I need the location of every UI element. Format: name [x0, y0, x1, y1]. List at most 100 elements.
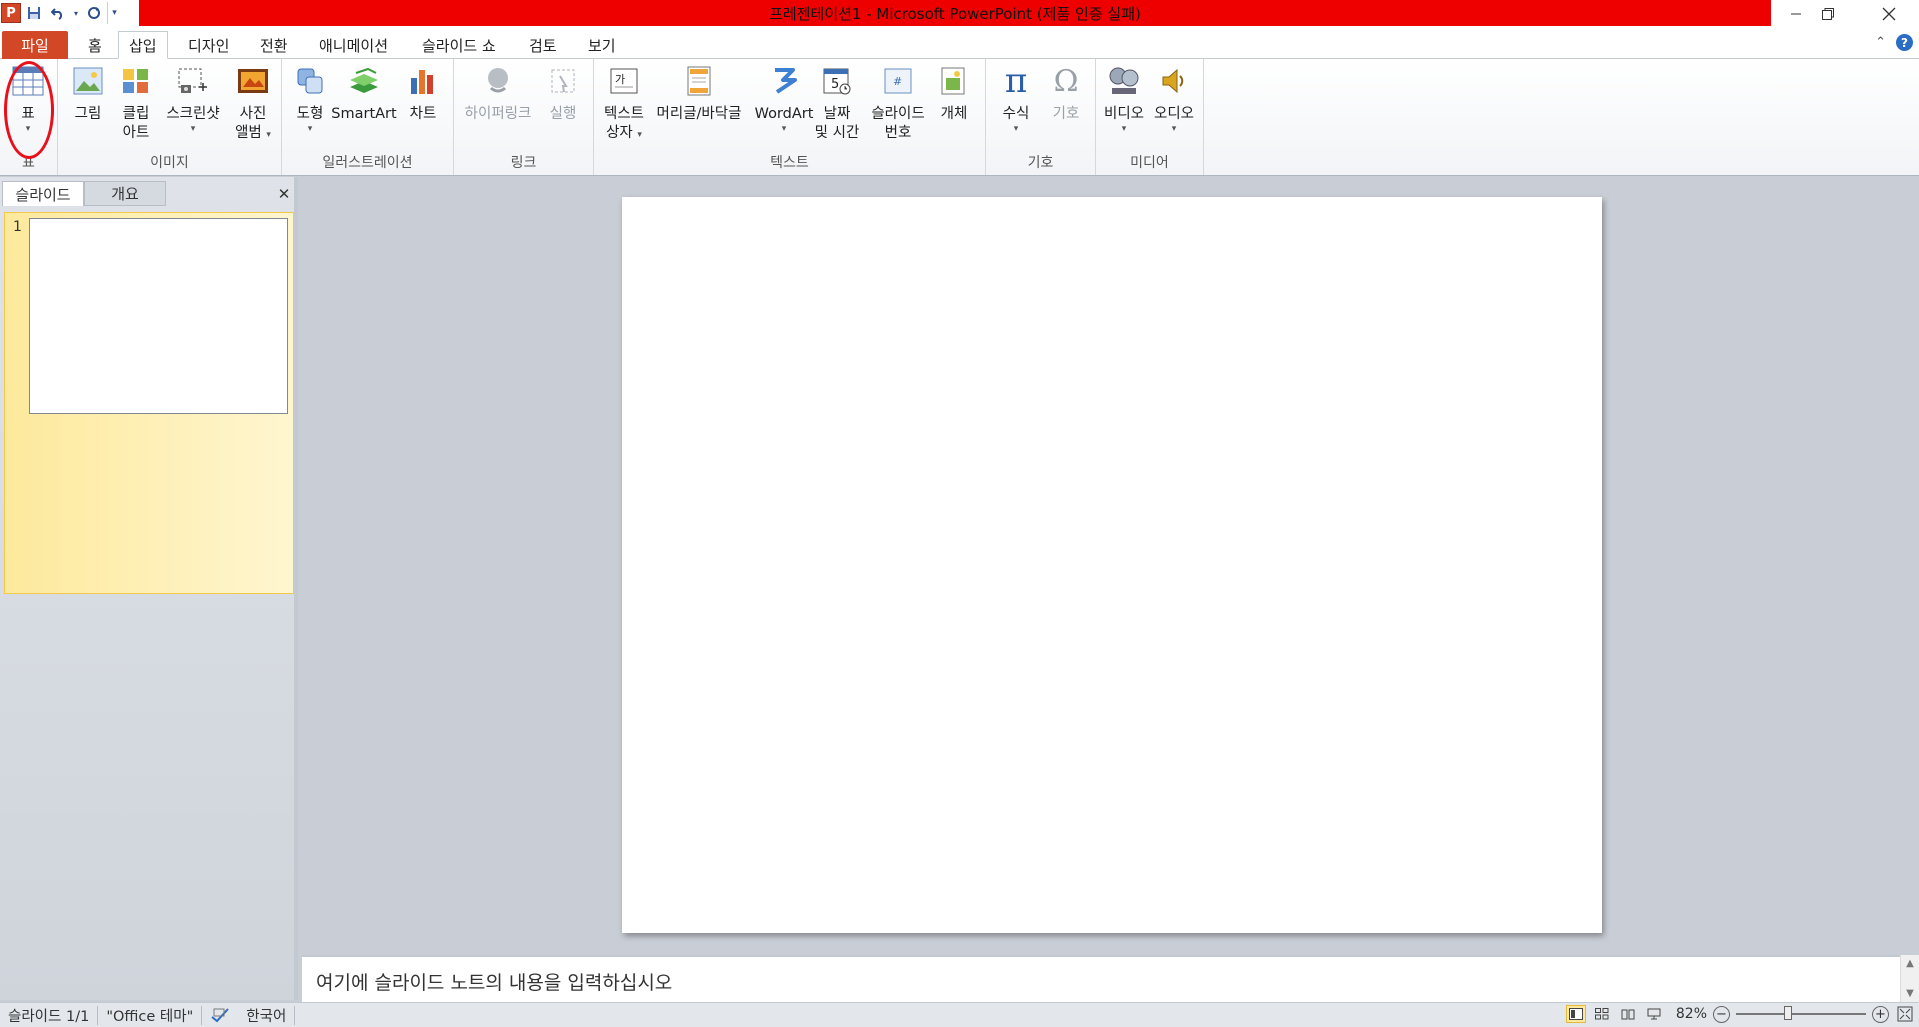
title-banner: 프레젠테이션1 - Microsoft PowerPoint (제품 인증 실패… [139, 0, 1771, 26]
group-media: 비디오 ▾ 오디오 ▾ 미디어 [1096, 59, 1204, 175]
audio-dropdown-icon: ▾ [1171, 124, 1177, 134]
object-button[interactable]: 개체 [932, 63, 976, 124]
wordart-dropdown-icon: ▾ [781, 124, 787, 134]
tab-slides[interactable]: 슬라이드 [2, 181, 84, 206]
slide-number-label-1: 슬라이드 [871, 106, 925, 122]
object-icon [936, 63, 972, 99]
tab-slideshow[interactable]: 슬라이드 쇼 [412, 31, 506, 59]
chart-label: 차트 [409, 106, 437, 122]
date-time-label-2: 및 시간 [814, 125, 860, 141]
tab-insert[interactable]: 삽입 [118, 31, 168, 59]
slide-sorter-view-icon[interactable] [1592, 1005, 1612, 1023]
redo-icon[interactable] [83, 2, 105, 24]
tab-review[interactable]: 검토 [519, 31, 567, 59]
smartart-button[interactable]: SmartArt [331, 63, 397, 124]
group-label-symbols: 기호 [1027, 155, 1054, 171]
notes-pane[interactable]: 여기에 슬라이드 노트의 내용을 입력하십시오 [302, 955, 1900, 1002]
speaker-icon [1156, 63, 1192, 99]
textbox-button[interactable]: 가 텍스트 상자 ▾ [598, 63, 650, 143]
ribbon-tab-row: 파일 홈 삽입 디자인 전환 애니메이션 슬라이드 쇼 검토 보기 ⌃ ? [0, 28, 1919, 59]
zoom-slider-thumb[interactable] [1784, 1006, 1792, 1020]
screenshot-button[interactable]: 스크린샷 ▾ [162, 63, 224, 134]
hyperlink-button[interactable]: 하이퍼링크 [460, 63, 536, 124]
close-window-icon[interactable] [1864, 0, 1914, 28]
zoom-out-icon[interactable]: − [1713, 1005, 1730, 1023]
object-label: 개체 [940, 106, 968, 122]
header-footer-icon [681, 63, 717, 99]
picture-icon [70, 63, 106, 99]
undo-dropdown-icon[interactable]: ▾ [71, 2, 81, 24]
undo-icon[interactable] [47, 2, 69, 24]
picture-label: 그림 [74, 106, 102, 122]
action-label: 실행 [549, 106, 577, 122]
tab-design[interactable]: 디자인 [178, 31, 239, 59]
zoom-slider[interactable] [1736, 1006, 1866, 1020]
action-button[interactable]: 실행 [542, 63, 584, 124]
restore-icon[interactable] [1803, 0, 1853, 28]
clipart-label-1: 클립 [122, 106, 150, 122]
slideshow-view-icon[interactable] [1644, 1005, 1664, 1023]
table-button[interactable]: 표 ▾ [8, 63, 48, 134]
shapes-button[interactable]: 도형 ▾ [290, 63, 330, 134]
slide-thumbnail[interactable] [29, 218, 288, 414]
tab-file[interactable]: 파일 [2, 31, 68, 59]
slide-number-button[interactable]: # 슬라이드 번호 [866, 63, 930, 143]
photo-album-label-1: 사진 [239, 106, 267, 122]
theme-name: "Office 테마" [98, 1005, 203, 1025]
chart-icon [405, 63, 441, 99]
minimize-ribbon-icon[interactable]: ⌃ [1875, 35, 1886, 50]
svg-text:#: # [893, 75, 902, 88]
omega-icon: Ω [1053, 63, 1079, 99]
clipart-label-2: 아트 [122, 125, 150, 141]
zoom-level[interactable]: 82% [1676, 1006, 1707, 1022]
spellcheck-icon[interactable] [202, 1006, 238, 1025]
group-illustrations: 도형 ▾ SmartArt 차트 일러스트레이션 [282, 59, 454, 175]
video-dropdown-icon: ▾ [1121, 124, 1127, 134]
tab-animations[interactable]: 애니메이션 [309, 31, 398, 59]
photo-album-label-2: 앨범 ▾ [235, 125, 271, 141]
group-label-illustrations: 일러스트레이션 [322, 155, 413, 171]
quick-access-toolbar: P ▾ ▾ [0, 0, 121, 26]
photo-album-button[interactable]: 사진 앨범 ▾ [230, 63, 276, 143]
save-icon[interactable] [23, 2, 45, 24]
wordart-icon [766, 63, 802, 99]
film-reel-icon [1106, 63, 1142, 99]
pi-icon: π [1004, 60, 1028, 101]
powerpoint-icon[interactable]: P [1, 3, 21, 23]
pane-tabs: 슬라이드 개요 ✕ [0, 181, 298, 206]
scroll-up-icon[interactable]: ▲ [1906, 958, 1914, 969]
reading-view-icon[interactable] [1618, 1005, 1638, 1023]
scroll-down-icon[interactable]: ▼ [1906, 988, 1914, 999]
symbol-button[interactable]: Ω 기호 [1044, 63, 1088, 124]
group-label-media: 미디어 [1130, 155, 1169, 171]
chart-button[interactable]: 차트 [402, 63, 444, 124]
tab-outline[interactable]: 개요 [84, 181, 166, 206]
table-dropdown-icon: ▾ [25, 124, 31, 134]
header-footer-button[interactable]: 머리글/바닥글 [650, 63, 748, 124]
clipart-button[interactable]: 클립 아트 [116, 63, 156, 143]
table-label: 표 [21, 106, 35, 122]
ribbon-controls: ⌃ ? [1875, 34, 1913, 51]
audio-button[interactable]: 오디오 ▾ [1150, 63, 1198, 134]
zoom-in-icon[interactable]: + [1872, 1005, 1889, 1023]
help-icon[interactable]: ? [1896, 34, 1913, 51]
textbox-label-1: 텍스트 [603, 106, 645, 122]
fit-to-window-icon[interactable] [1895, 1005, 1915, 1023]
normal-view-icon[interactable] [1565, 1005, 1586, 1023]
close-pane-icon[interactable]: ✕ [272, 181, 296, 206]
notes-scrollbar[interactable]: ▲ ▼ [1900, 955, 1919, 1002]
wordart-button[interactable]: WordArt ▾ [750, 63, 818, 134]
date-time-button[interactable]: 5 날짜 및 시간 [812, 63, 862, 143]
picture-button[interactable]: 그림 [68, 63, 108, 124]
customize-dropdown-icon[interactable]: ▾ [107, 2, 121, 24]
equation-button[interactable]: π 수식 ▾ [994, 60, 1038, 135]
slide-thumbnail-item[interactable]: 1 [4, 212, 294, 594]
tab-view[interactable]: 보기 [578, 31, 626, 59]
tab-transitions[interactable]: 전환 [250, 31, 298, 59]
tab-home[interactable]: 홈 [78, 31, 112, 59]
language-indicator[interactable]: 한국어 [238, 1005, 296, 1025]
screenshot-icon [175, 63, 211, 99]
equation-label: 수식 [1002, 106, 1030, 122]
slide-canvas[interactable] [622, 197, 1602, 933]
video-button[interactable]: 비디오 ▾ [1100, 63, 1148, 134]
